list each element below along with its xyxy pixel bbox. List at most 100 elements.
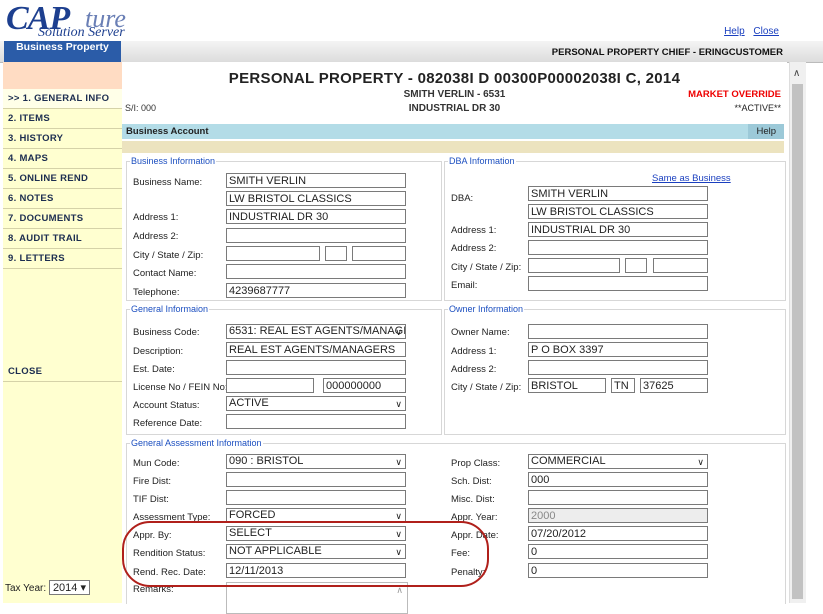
owner-city-state-zip-label: City / State / Zip: bbox=[451, 382, 522, 393]
prop-class-label: Prop Class: bbox=[451, 458, 501, 469]
misc-dist-label: Misc. Dist: bbox=[451, 494, 495, 505]
fire-dist-label: Fire Dist: bbox=[133, 476, 171, 487]
contact-name-field[interactable] bbox=[226, 264, 406, 279]
appr-by-value: SELECT bbox=[229, 527, 272, 539]
prop-class-value: COMMERCIAL bbox=[531, 455, 606, 467]
state-field[interactable] bbox=[325, 246, 347, 261]
owner-name-label: Owner Name: bbox=[451, 327, 510, 338]
sidebar-item-general-info[interactable]: >> 1. GENERAL INFO bbox=[3, 89, 122, 109]
penalty-field[interactable]: 0 bbox=[528, 563, 708, 578]
dba-state-field[interactable] bbox=[625, 258, 647, 273]
sch-dist-label: Sch. Dist: bbox=[451, 476, 492, 487]
business-code-label: Business Code: bbox=[133, 327, 200, 338]
owner-address2-label: Address 2: bbox=[451, 364, 497, 375]
dba-address2-field[interactable] bbox=[528, 240, 708, 255]
rendition-status-select[interactable]: NOT APPLICABLE ∨ bbox=[226, 544, 406, 559]
contact-name-label: Contact Name: bbox=[133, 268, 197, 279]
sidebar-item-online-rend[interactable]: 5. ONLINE REND bbox=[3, 169, 122, 189]
license-no-field[interactable] bbox=[226, 378, 314, 393]
sidebar-item-items[interactable]: 2. ITEMS bbox=[3, 109, 122, 129]
dba-address1-label: Address 1: bbox=[451, 225, 497, 236]
dba-field-2[interactable]: LW BRISTOL CLASSICS bbox=[528, 204, 708, 219]
rend-rec-date-field[interactable]: 12/11/2013 bbox=[226, 563, 406, 578]
business-code-select[interactable]: 6531: REAL EST AGENTS/MANAGI ∨ bbox=[226, 324, 406, 339]
reference-date-field[interactable] bbox=[226, 414, 406, 429]
dba-city-state-zip-label: City / State / Zip: bbox=[451, 262, 522, 273]
description-field[interactable]: REAL EST AGENTS/MANAGERS bbox=[226, 342, 406, 357]
appr-by-select[interactable]: SELECT ∨ bbox=[226, 526, 406, 541]
owner-address2-field[interactable] bbox=[528, 360, 708, 375]
fein-no-field[interactable]: 000000000 bbox=[323, 378, 406, 393]
vertical-scrollbar[interactable]: ∧ bbox=[789, 62, 806, 603]
dba-info-legend: DBA Information bbox=[449, 156, 515, 166]
sidebar-item-maps[interactable]: 4. MAPS bbox=[3, 149, 122, 169]
sidebar-item-documents[interactable]: 7. DOCUMENTS bbox=[3, 209, 122, 229]
owner-city-field[interactable]: BRISTOL bbox=[528, 378, 606, 393]
chevron-down-icon: ∨ bbox=[395, 529, 402, 539]
assessment-legend: General Assessment Information bbox=[131, 438, 262, 448]
address1-field[interactable]: INDUSTRIAL DR 30 bbox=[226, 209, 406, 224]
zip-field[interactable] bbox=[352, 246, 406, 261]
fire-dist-field[interactable] bbox=[226, 472, 406, 487]
chevron-down-icon: ∨ bbox=[395, 547, 402, 557]
status-badge: **ACTIVE** bbox=[734, 103, 781, 113]
sch-dist-field[interactable]: 000 bbox=[528, 472, 708, 487]
description-label: Description: bbox=[133, 346, 184, 357]
est-date-field[interactable] bbox=[226, 360, 406, 375]
fee-field[interactable]: 0 bbox=[528, 544, 708, 559]
address2-field[interactable] bbox=[226, 228, 406, 243]
chevron-down-icon: ∨ bbox=[395, 399, 402, 409]
sidebar-item-notes[interactable]: 6. NOTES bbox=[3, 189, 122, 209]
telephone-label: Telephone: bbox=[133, 287, 180, 298]
chevron-down-icon: ▾ bbox=[80, 582, 87, 594]
dba-zip-field[interactable] bbox=[653, 258, 708, 273]
est-date-label: Est. Date: bbox=[133, 364, 175, 375]
prop-class-select[interactable]: COMMERCIAL ∨ bbox=[528, 454, 708, 469]
same-as-business-link[interactable]: Same as Business bbox=[652, 173, 731, 184]
tax-year-select[interactable]: 2014 ▾ bbox=[48, 580, 91, 595]
account-status-select[interactable]: ACTIVE ∨ bbox=[226, 396, 406, 411]
sidebar-close[interactable]: CLOSE bbox=[3, 362, 122, 382]
address1-label: Address 1: bbox=[133, 212, 179, 223]
misc-dist-field[interactable] bbox=[528, 490, 708, 505]
dba-field-1[interactable]: SMITH VERLIN bbox=[528, 186, 708, 201]
sidebar-item-history[interactable]: 3. HISTORY bbox=[3, 129, 122, 149]
owner-state-field[interactable]: TN bbox=[611, 378, 635, 393]
telephone-field[interactable]: 4239687777 bbox=[226, 283, 406, 298]
dba-address1-field[interactable]: INDUSTRIAL DR 30 bbox=[528, 222, 708, 237]
rendition-status-label: Rendition Status: bbox=[133, 548, 206, 559]
reference-date-label: Reference Date: bbox=[133, 418, 203, 429]
captured-logo: CAP ture Solution Server bbox=[6, 2, 206, 42]
business-name-field-1[interactable]: SMITH VERLIN bbox=[226, 173, 406, 188]
business-code-value: 6531: REAL EST AGENTS/MANAGI bbox=[229, 325, 406, 337]
appr-year-label: Appr. Year: bbox=[451, 512, 498, 523]
business-info-legend: Business Information bbox=[131, 156, 216, 166]
mun-code-select[interactable]: 090 : BRISTOL ∨ bbox=[226, 454, 406, 469]
appr-date-field[interactable]: 07/20/2012 bbox=[528, 526, 708, 541]
help-link[interactable]: Help bbox=[724, 26, 745, 37]
business-name-field-2[interactable]: LW BRISTOL CLASSICS bbox=[226, 191, 406, 206]
sidebar-item-audit-trail[interactable]: 8. AUDIT TRAIL bbox=[3, 229, 122, 249]
module-tab-business-property[interactable]: Business Property bbox=[4, 41, 121, 64]
dba-city-field[interactable] bbox=[528, 258, 620, 273]
section-help-button[interactable]: Help bbox=[748, 124, 784, 139]
section-divider bbox=[122, 141, 784, 153]
owner-address1-field[interactable]: P O BOX 3397 bbox=[528, 342, 708, 357]
assessment-type-label: Assessment Type: bbox=[133, 512, 211, 523]
remarks-textarea[interactable]: ∧ bbox=[226, 582, 408, 614]
sidebar-item-letters[interactable]: 9. LETTERS bbox=[3, 249, 122, 269]
owner-address1-label: Address 1: bbox=[451, 346, 497, 357]
owner-zip-field[interactable]: 37625 bbox=[640, 378, 708, 393]
close-link[interactable]: Close bbox=[753, 26, 779, 37]
section-bar: Business Account Help bbox=[122, 124, 784, 139]
appr-year-field: 2000 bbox=[528, 508, 708, 523]
scrollbar-thumb[interactable] bbox=[792, 84, 803, 599]
assessment-type-select[interactable]: FORCED ∨ bbox=[226, 508, 406, 523]
module-bar: Business Property PERSONAL PROPERTY CHIE… bbox=[0, 41, 823, 64]
email-field[interactable] bbox=[528, 276, 708, 291]
tif-dist-field[interactable] bbox=[226, 490, 406, 505]
scroll-up-icon[interactable]: ∧ bbox=[793, 68, 800, 79]
city-field[interactable] bbox=[226, 246, 320, 261]
owner-name-field[interactable] bbox=[528, 324, 708, 339]
logo-tagline: Solution Server bbox=[38, 25, 125, 40]
